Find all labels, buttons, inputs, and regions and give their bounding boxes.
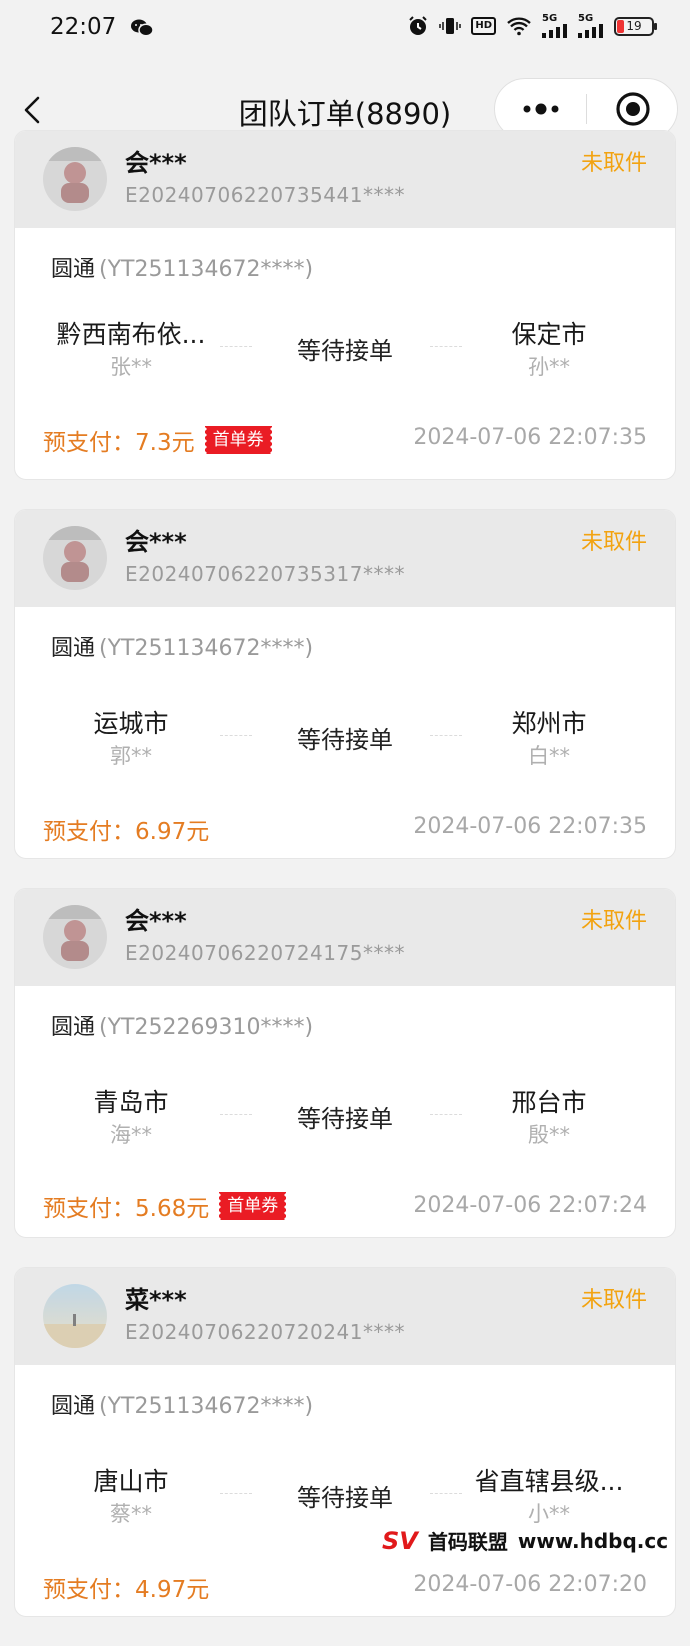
order-time: 2024-07-06 22:07:24: [413, 1193, 647, 1218]
network-label: 5G: [578, 13, 594, 24]
carrier-name: 圆通: [51, 1015, 96, 1040]
status-badge: 未取件: [580, 151, 647, 176]
order-time: 2024-07-06 22:07:20: [413, 1572, 647, 1597]
prepay-text: 预支付：4.97元: [43, 1577, 210, 1603]
order-card[interactable]: 会*** E20240706220735441**** 未取件 圆通 (YT251…: [14, 130, 676, 480]
avatar: [43, 526, 107, 590]
battery-level: 19: [626, 18, 642, 33]
prepay-text: 预支付：6.97元: [43, 819, 210, 845]
status-bar: 22:07 HD 5G 5G 19: [0, 0, 690, 58]
order-state: 等待接单: [297, 1484, 393, 1512]
order-card-header: 会*** E20240706220735317**** 未取件: [15, 510, 675, 607]
target-close-icon: [616, 92, 650, 126]
user-name: 会***: [125, 528, 187, 556]
more-dots-icon: [523, 103, 559, 115]
watermark: SV 首码联盟 www.hdbq.cc: [382, 1526, 668, 1555]
route-dash-left: [220, 735, 252, 736]
hd-icon: HD: [471, 17, 496, 35]
signal-5g-icon-2: 5G: [578, 14, 604, 38]
order-number: E20240706220735317****: [125, 562, 405, 586]
order-card[interactable]: 菜*** E20240706220720241**** 未取件 圆通 (YT251…: [14, 1267, 676, 1617]
status-badge: 未取件: [580, 909, 647, 934]
order-number: E20240706220720241****: [125, 1320, 405, 1344]
status-badge: 未取件: [580, 530, 647, 555]
order-time: 2024-07-06 22:07:35: [413, 425, 647, 450]
order-time: 2024-07-06 22:07:35: [413, 814, 647, 839]
sender-name: 蔡**: [110, 1502, 152, 1526]
watermark-logo: SV: [382, 1526, 418, 1555]
coupon-badge: 首单券: [217, 1192, 289, 1220]
tracking-number: (YT251134672****): [99, 636, 314, 661]
receiver-name: 殷**: [528, 1123, 570, 1147]
prepay-amount: 预支付：7.3元 首单券: [43, 423, 274, 457]
carrier-name: 圆通: [51, 636, 96, 661]
order-card[interactable]: 会*** E20240706220724175**** 未取件 圆通 (YT252…: [14, 888, 676, 1238]
tracking-number: (YT252269310****): [99, 1015, 314, 1040]
tracking-number: (YT251134672****): [99, 257, 314, 282]
user-name: 会***: [125, 149, 187, 177]
carrier-info: 圆通 (YT252269310****): [51, 1009, 313, 1041]
route-dash-left: [220, 346, 252, 347]
prepay-amount: 预支付：4.97元: [43, 1570, 209, 1604]
order-state: 等待接单: [297, 1105, 393, 1133]
order-card[interactable]: 会*** E20240706220735317**** 未取件 圆通 (YT251…: [14, 509, 676, 859]
user-name: 会***: [125, 907, 187, 935]
prepay-text: 预支付：5.68元: [43, 1196, 210, 1222]
status-icons: HD 5G 5G 19: [407, 14, 657, 38]
network-label: 5G: [542, 13, 558, 24]
wechat-icon: [131, 19, 154, 37]
status-time: 22:07: [50, 14, 117, 40]
receiver-name: 小**: [528, 1502, 570, 1526]
origin-city: 运城市: [93, 709, 169, 738]
order-list: 会*** E20240706220735441**** 未取件 圆通 (YT251…: [14, 130, 676, 1646]
order-state: 等待接单: [297, 337, 393, 365]
origin-city: 唐山市: [93, 1467, 169, 1496]
avatar: [43, 905, 107, 969]
status-badge: 未取件: [580, 1288, 647, 1313]
wifi-icon: [507, 17, 531, 36]
order-number: E20240706220735441****: [125, 183, 405, 207]
sender-name: 海**: [110, 1123, 152, 1147]
order-card-header: 会*** E20240706220724175**** 未取件: [15, 889, 675, 986]
watermark-name: 首码联盟: [427, 1530, 508, 1554]
coupon-badge: 首单券: [202, 426, 274, 454]
avatar: [43, 1284, 107, 1348]
destination-city: 保定市: [511, 320, 587, 349]
destination-city: 邢台市: [511, 1088, 587, 1117]
user-name: 菜***: [125, 1286, 187, 1314]
avatar: [43, 147, 107, 211]
prepay-amount: 预支付：5.68元 首单券: [43, 1189, 289, 1223]
destination-city: 郑州市: [511, 709, 587, 738]
vibrate-icon: [439, 18, 462, 34]
carrier-name: 圆通: [51, 257, 96, 282]
battery-icon: 19: [614, 16, 657, 36]
receiver-name: 白**: [528, 744, 570, 768]
origin-city: 青岛市: [93, 1088, 169, 1117]
watermark-url: www.hdbq.cc: [517, 1528, 669, 1553]
route-dash-left: [220, 1493, 252, 1494]
prepay-amount: 预支付：6.97元: [43, 812, 209, 846]
route-dash-left: [220, 1114, 252, 1115]
tracking-number: (YT251134672****): [99, 1394, 314, 1419]
order-state: 等待接单: [297, 726, 393, 754]
order-number: E20240706220724175****: [125, 941, 405, 965]
order-card-header: 会*** E20240706220735441**** 未取件: [15, 131, 675, 228]
order-card-header: 菜*** E20240706220720241**** 未取件: [15, 1268, 675, 1365]
carrier-name: 圆通: [51, 1394, 96, 1419]
sender-name: 张**: [110, 355, 152, 379]
destination-city: 省直辖县级...: [474, 1467, 624, 1496]
alarm-icon: [409, 16, 428, 35]
origin-city: 黔西南布依...: [56, 320, 206, 349]
prepay-text: 预支付：7.3元: [43, 430, 195, 456]
signal-5g-icon: 5G: [542, 14, 568, 38]
carrier-info: 圆通 (YT251134672****): [51, 630, 313, 662]
sender-name: 郭**: [110, 744, 152, 768]
carrier-info: 圆通 (YT251134672****): [51, 1388, 313, 1420]
carrier-info: 圆通 (YT251134672****): [51, 251, 313, 283]
receiver-name: 孙**: [528, 355, 570, 379]
